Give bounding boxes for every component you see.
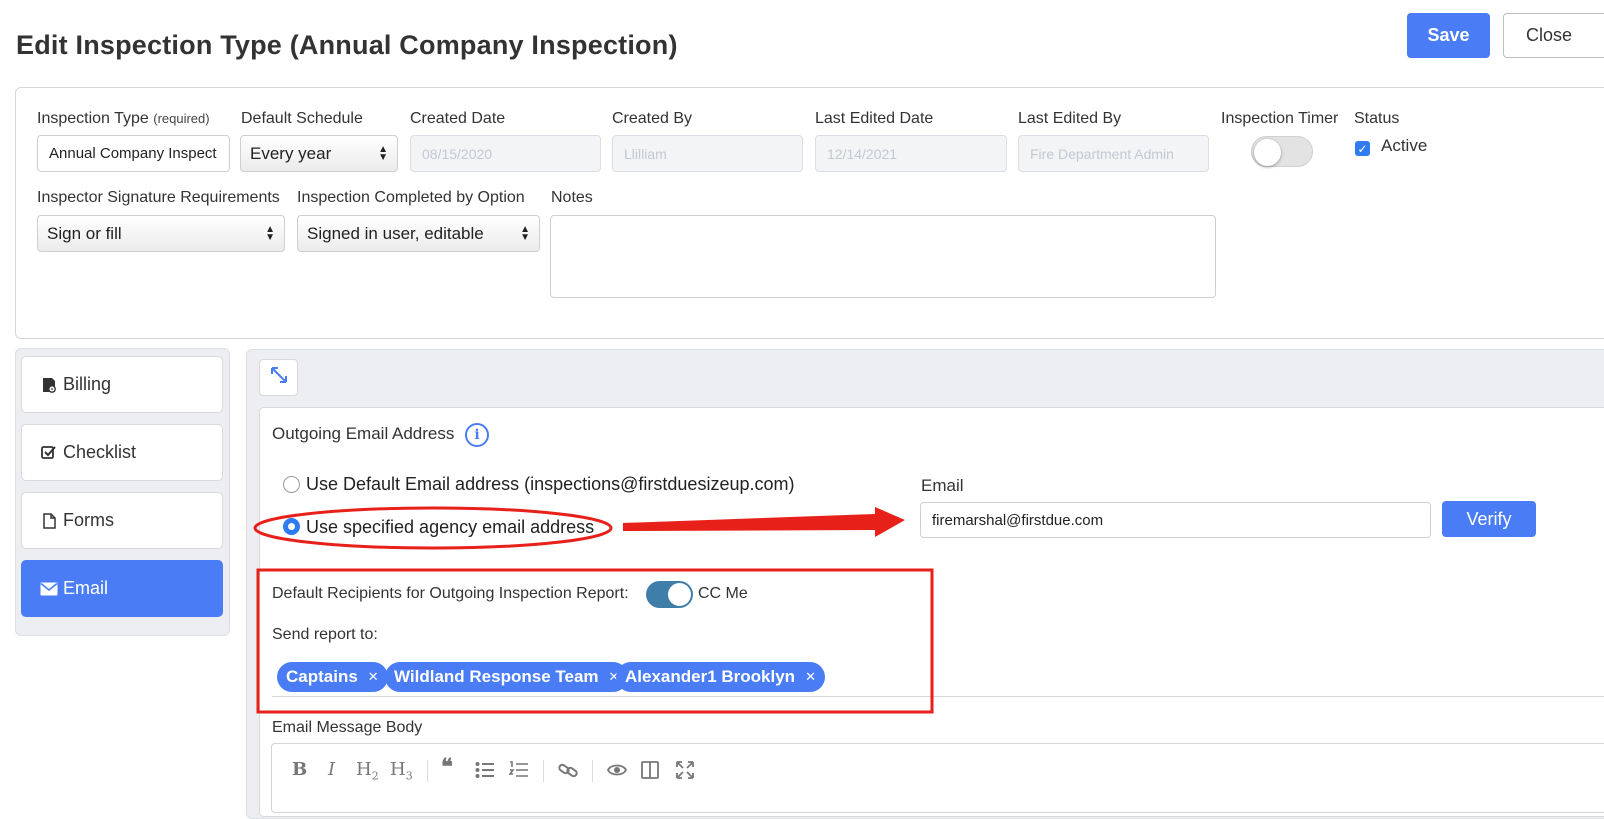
annotation-circle (253, 506, 613, 550)
annotation-overlay (253, 506, 934, 714)
annotation-arrow (623, 507, 905, 537)
annotation-box (256, 568, 934, 714)
